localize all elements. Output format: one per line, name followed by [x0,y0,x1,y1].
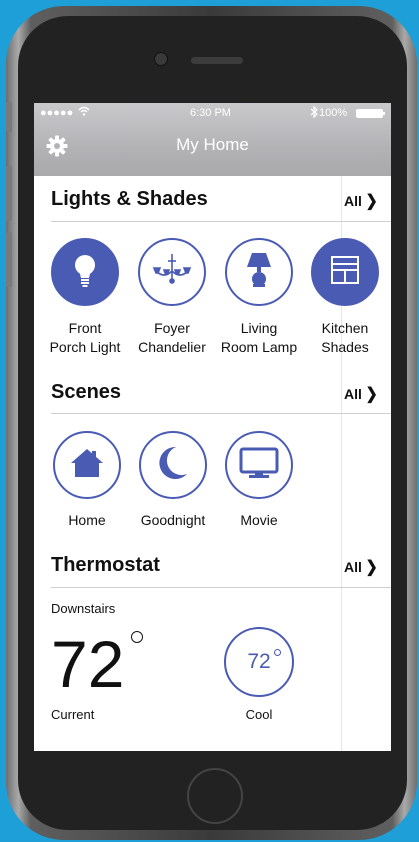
lights-shades-title: Lights & Shades [51,188,208,210]
home-scene-button[interactable] [53,431,121,499]
chevron-right-icon: ❯ [365,559,378,576]
page-title: My Home [176,135,249,154]
movie-scene-label: Movie [240,512,278,528]
living-room-lamp-label: Living Room Lamp [214,319,304,357]
movie-scene-button[interactable] [225,431,293,499]
foyer-chandelier-button[interactable] [138,238,206,306]
signal-indicator: ●●●●● [40,107,74,119]
shades-icon [330,255,360,290]
section-divider [51,587,391,588]
thermostat-all-link[interactable]: All ❯ [344,557,378,577]
thermostat-title: Thermostat [51,554,160,576]
bluetooth-icon [310,105,318,121]
label-line: Porch Light [49,339,121,355]
label-line: Shades [321,339,369,355]
label-line: Foyer [154,320,190,336]
current-label: Current [51,707,95,722]
bulb-icon [70,252,100,293]
chevron-right-icon: ❯ [365,193,378,210]
thermostat-zone-label: Downstairs [51,601,116,616]
all-label: All [344,193,362,209]
app-screen: ●●●●● 6:30 PM 100% My Home Lights & Shad… [34,103,391,751]
kitchen-shades-button[interactable] [311,238,379,306]
chandelier-icon [152,253,192,292]
cool-setpoint-button[interactable]: 72 [224,627,294,697]
lamp-icon [244,251,274,294]
kitchen-shades-label: Kitchen Shades [300,319,390,357]
section-divider [51,413,391,414]
degree-symbol [131,631,143,643]
label-line: Kitchen [321,320,369,336]
label-line: Living [240,320,278,336]
section-divider [51,221,391,222]
all-label: All [344,386,362,402]
home-scene-label: Home [68,512,106,528]
wifi-icon [78,106,90,119]
front-porch-light-button[interactable] [51,238,119,306]
volume-down-button [6,232,12,287]
scenes-all-link[interactable]: All ❯ [344,384,378,404]
setpoint-temperature: 72 [247,650,271,673]
house-icon [70,448,104,483]
current-temperature: 72 [51,627,125,701]
battery-icon [356,109,386,121]
goodnight-scene-button[interactable] [139,431,207,499]
degree-symbol [274,649,281,656]
living-room-lamp-button[interactable] [225,238,293,306]
tv-icon [239,447,279,484]
all-label: All [344,559,362,575]
status-time: 6:30 PM [190,107,231,119]
label-line: Chandelier [138,339,206,355]
chevron-right-icon: ❯ [365,386,378,403]
moon-icon [158,446,188,485]
lights-all-link[interactable]: All ❯ [344,191,378,211]
mute-switch [6,102,12,132]
battery-percent: 100% [319,107,348,119]
label-line: Room Lamp [220,339,298,355]
home-button[interactable] [187,768,243,824]
front-camera [154,52,168,66]
mode-label: Cool [245,707,273,722]
scenes-title: Scenes [51,381,122,403]
goodnight-scene-label: Goodnight [140,512,206,528]
foyer-chandelier-label: Foyer Chandelier [127,319,217,357]
app-header: ●●●●● 6:30 PM 100% My Home [34,103,391,176]
front-porch-light-label: Front Porch Light [40,319,130,357]
earpiece-speaker [191,57,243,64]
label-line: Front [68,320,102,336]
volume-up-button [6,166,12,221]
